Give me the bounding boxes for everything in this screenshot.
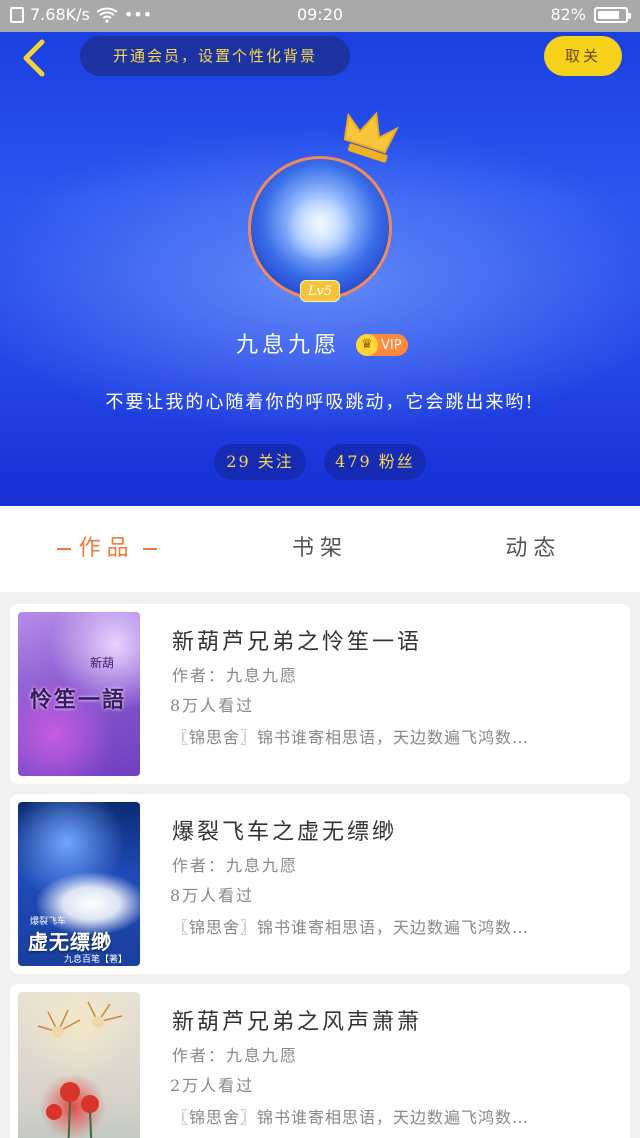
book-title: 爆裂飞车之虚无缥缈 — [172, 820, 398, 845]
tab-bookshelf-label: 书架 — [291, 536, 348, 561]
tab-bookshelf[interactable]: 书架 — [213, 506, 426, 592]
cover-title: 虚无缥缈 — [28, 930, 112, 954]
vip-label: VIP — [381, 337, 402, 353]
fans-count[interactable]: 479 粉丝 — [324, 444, 426, 480]
book-description: 〖锦思舍〗锦书谁寄相思语，天边数遍飞鸿数… — [172, 1108, 530, 1127]
battery-percent: 82% — [550, 5, 586, 24]
cover-author: 九息百笔【著】 — [64, 955, 128, 965]
vip-badge[interactable]: ♛ VIP — [356, 334, 408, 356]
profile-tabs: 作品 书架 动态 — [0, 506, 640, 592]
book-author: 作者：九息九愿 — [172, 666, 299, 685]
book-description: 〖锦思舍〗锦书谁寄相思语，天边数遍飞鸿数… — [172, 728, 530, 747]
avatar[interactable] — [248, 156, 392, 300]
book-author: 作者：九息九愿 — [172, 1046, 299, 1065]
tab-indicator-left — [56, 548, 71, 550]
unfollow-button[interactable]: 取关 — [544, 36, 622, 76]
book-cover — [18, 992, 140, 1138]
vip-crown-icon: ♛ — [356, 334, 378, 356]
book-description: 〖锦思舍〗锦书谁寄相思语，天边数遍飞鸿数… — [172, 918, 530, 937]
book-author: 作者：九息九愿 — [172, 856, 299, 875]
book-readers: 8万人看过 — [170, 886, 255, 905]
book-title: 新葫芦兄弟之风声萧萧 — [172, 1010, 423, 1035]
vip-background-banner[interactable]: 开通会员，设置个性化背景 — [80, 36, 350, 76]
profile-header: 开通会员，设置个性化背景 取关 Lv5 九息九愿 ♛ VIP 不要让我的心随着你… — [0, 32, 640, 506]
tab-indicator-right — [142, 548, 157, 550]
book-card[interactable]: 新葫芦兄弟之风声萧萧 作者：九息九愿 2万人看过 〖锦思舍〗锦书谁寄相思语，天边… — [10, 984, 630, 1138]
cover-title: 怜笙一語 — [30, 687, 127, 713]
tab-works-label: 作品 — [78, 536, 135, 561]
book-cover: 新葫 怜笙一語 — [18, 612, 140, 776]
book-readers: 2万人看过 — [170, 1076, 255, 1095]
crown-icon — [343, 111, 399, 163]
book-card[interactable]: 新葫 怜笙一語 新葫芦兄弟之怜笙一语 作者：九息九愿 8万人看过 〖锦思舍〗锦书… — [10, 604, 630, 784]
tab-activity[interactable]: 动态 — [427, 506, 640, 592]
user-bio: 不要让我的心随着你的呼吸跳动，它会跳出来哟! — [105, 392, 535, 413]
book-card[interactable]: 爆裂飞车 虚无缥缈 九息百笔【著】 爆裂飞车之虚无缥缈 作者：九息九愿 8万人看… — [10, 794, 630, 974]
level-badge: Lv5 — [300, 280, 340, 302]
clock: 09:20 — [296, 5, 344, 24]
status-bar: 7.68K/s ••• 09:20 82% — [0, 0, 640, 32]
flower-illustration — [37, 1001, 123, 1138]
cover-subtitle: 新葫 — [90, 656, 115, 670]
username: 九息九愿 — [236, 333, 341, 358]
book-cover: 爆裂飞车 虚无缥缈 九息百笔【著】 — [18, 802, 140, 966]
avatar-image — [248, 156, 392, 300]
book-title: 新葫芦兄弟之怜笙一语 — [172, 630, 423, 655]
back-arrow-icon[interactable] — [12, 36, 56, 80]
battery-icon — [594, 6, 631, 23]
tab-works[interactable]: 作品 — [0, 506, 213, 592]
tab-activity-label: 动态 — [505, 536, 562, 561]
following-count[interactable]: 29 关注 — [214, 444, 306, 480]
book-readers: 8万人看过 — [170, 696, 255, 715]
